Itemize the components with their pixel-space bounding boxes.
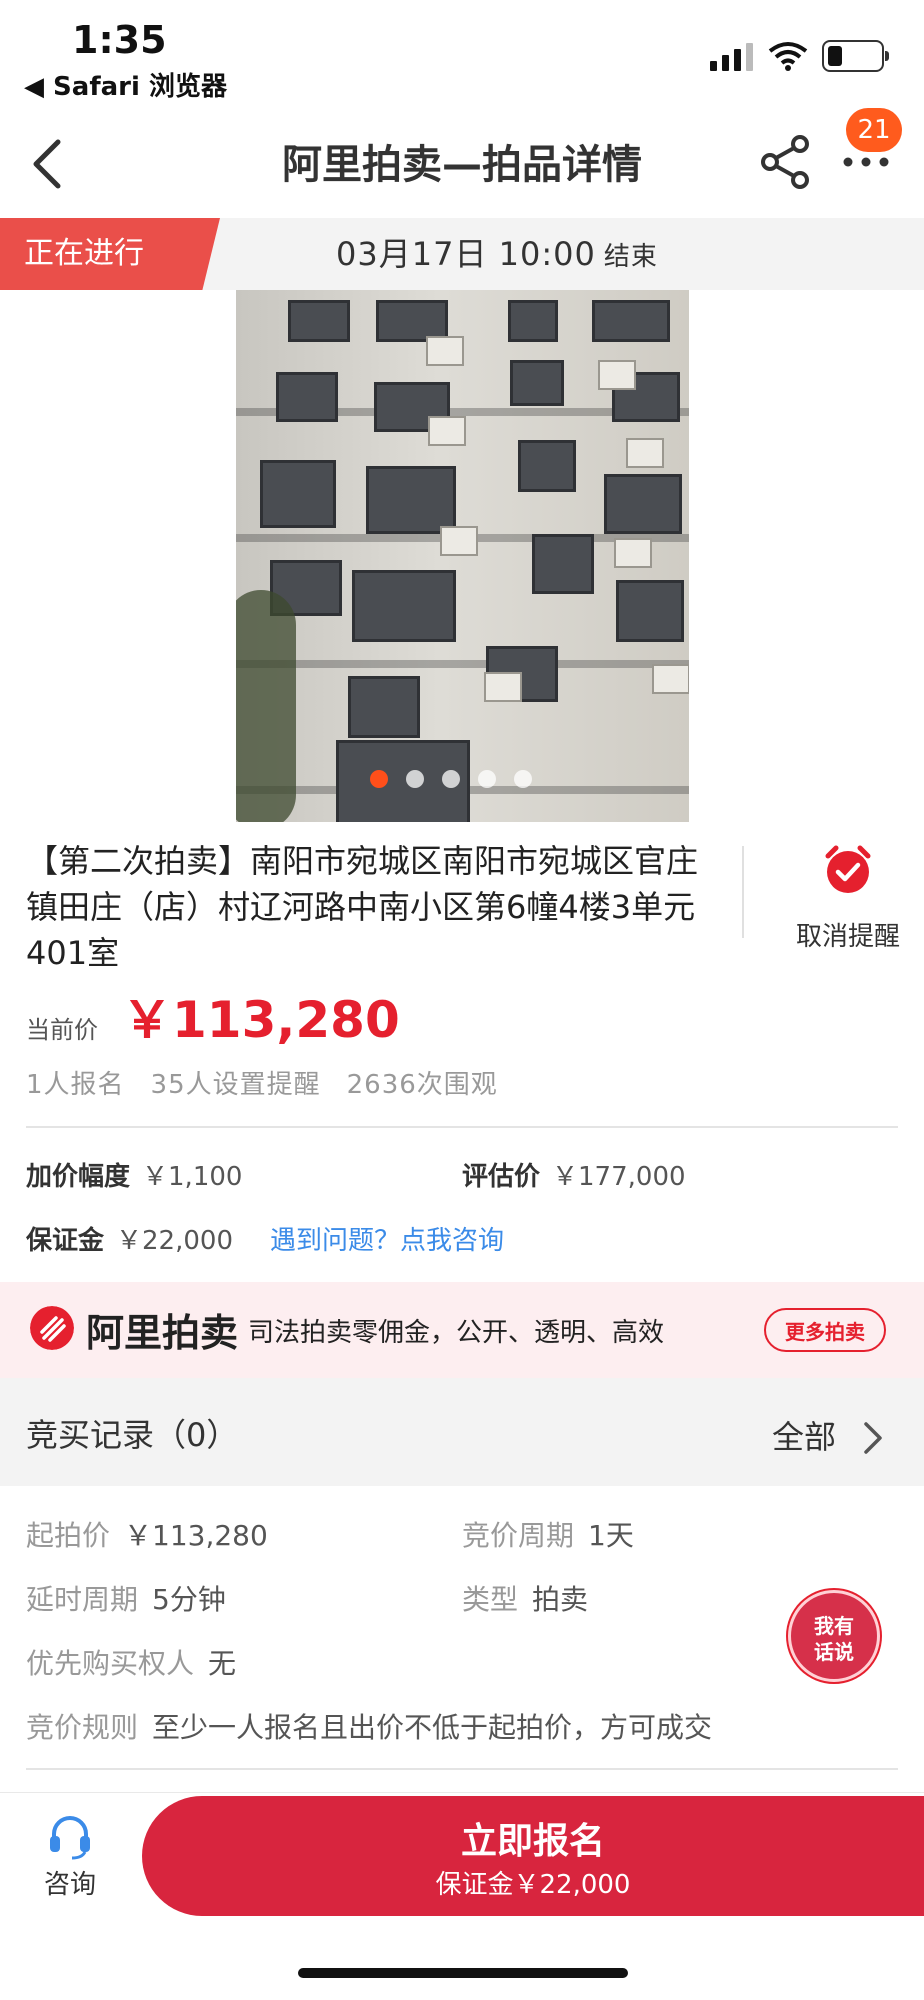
item-photo[interactable] — [236, 290, 689, 822]
end-time-suffix: 结束 — [603, 242, 658, 272]
consult-button[interactable]: 咨询 — [44, 1864, 96, 1901]
feedback-line-1: 我有 — [814, 1614, 854, 1638]
chevron-right-icon[interactable] — [862, 1420, 884, 1456]
start-price-row: 起拍价 ￥113,280 — [26, 1514, 268, 1554]
alarm-clock-icon[interactable] — [822, 844, 874, 896]
divider — [742, 846, 744, 938]
rule-value: 至少一人报名且出价不低于起拍价，方可成交 — [152, 1711, 713, 1744]
priority-label: 优先购买权人 — [26, 1647, 195, 1680]
divider — [26, 1768, 898, 1770]
feedback-float-button[interactable]: 我有 话说 — [788, 1590, 880, 1682]
status-ribbon: 正在进行 — [0, 218, 220, 290]
ali-auction-logo-icon — [30, 1306, 74, 1350]
consult-link[interactable]: 遇到问题？点我咨询 — [270, 1220, 504, 1257]
headset-icon[interactable] — [46, 1812, 94, 1860]
appraisal-label: 评估价 — [462, 1162, 541, 1192]
start-price-value: ￥113,280 — [124, 1519, 268, 1552]
divider — [26, 1126, 898, 1128]
feedback-line-2: 话说 — [814, 1640, 854, 1664]
more-auctions-button[interactable]: 更多拍卖 — [764, 1308, 886, 1352]
more-icon[interactable] — [838, 150, 894, 174]
gallery-dot[interactable] — [406, 770, 424, 788]
current-price: ￥113,280 — [122, 991, 400, 1049]
gallery-dot-active[interactable] — [370, 770, 388, 788]
register-now-label: 立即报名 — [460, 1821, 605, 1862]
cycle-label: 竞价周期 — [462, 1519, 575, 1552]
wifi-icon — [768, 42, 808, 71]
signup-count: 1人报名 — [26, 1070, 125, 1100]
current-price-label: 当前价 — [26, 1016, 98, 1044]
increment-label: 加价幅度 — [26, 1162, 131, 1192]
rule-label: 竞价规则 — [26, 1711, 139, 1744]
deposit-label: 保证金 — [26, 1226, 105, 1256]
rule-row: 竞价规则 至少一人报名且出价不低于起拍价，方可成交 — [26, 1706, 712, 1746]
cycle-value: 1天 — [588, 1519, 634, 1552]
gallery-indicator — [370, 770, 532, 788]
priority-row: 优先购买权人无 — [26, 1642, 236, 1682]
appraisal-value: ￥177,000 — [552, 1162, 686, 1192]
promo-slogan: 司法拍卖零佣金，公开、透明、高效 — [248, 1318, 665, 1348]
delay-row: 延时周期 5分钟 — [26, 1578, 226, 1618]
gallery-dot[interactable] — [514, 770, 532, 788]
home-indicator[interactable] — [298, 1968, 628, 1978]
battery-icon — [822, 40, 889, 72]
register-deposit-label: 保证金￥22,000 — [435, 1870, 631, 1900]
register-now-button[interactable]: 立即报名 保证金￥22,000 — [142, 1796, 924, 1916]
status-icons — [710, 36, 889, 76]
delay-label: 延时周期 — [26, 1583, 139, 1616]
type-label: 类型 — [462, 1583, 519, 1616]
deposit-row: 保证金 ￥22,000 — [26, 1220, 233, 1257]
deposit-value: ￥22,000 — [116, 1226, 233, 1256]
gallery-dot[interactable] — [478, 770, 496, 788]
type-row: 类型 拍卖 — [462, 1578, 588, 1618]
delay-value: 5分钟 — [152, 1583, 226, 1616]
notification-badge: 21 — [846, 108, 902, 152]
cancel-reminder-button[interactable]: 取消提醒 — [786, 916, 910, 953]
increment-row: 加价幅度 ￥1,100 — [26, 1156, 242, 1193]
back-to-safari-link[interactable]: ◀ Safari 浏览器 — [24, 66, 227, 103]
share-icon[interactable] — [758, 134, 814, 190]
bid-records-title: 竞买记录（0） — [26, 1416, 239, 1454]
cellular-signal-icon — [710, 43, 753, 71]
reminder-count: 35人设置提醒 — [150, 1070, 321, 1100]
item-title: 【第二次拍卖】南阳市宛城区南阳市宛城区官庄镇田庄（店）村辽河路中南小区第6幢4楼… — [26, 842, 699, 972]
type-value: 拍卖 — [532, 1583, 589, 1616]
priority-value: 无 — [208, 1647, 237, 1680]
appraisal-row: 评估价 ￥177,000 — [462, 1156, 686, 1193]
start-price-label: 起拍价 — [26, 1519, 111, 1552]
cycle-row: 竞价周期 1天 — [462, 1514, 634, 1554]
end-time: 03月17日 10:00 结束 — [336, 218, 658, 290]
view-count: 2636次围观 — [346, 1070, 498, 1100]
status-time: 1:35 — [72, 18, 167, 62]
view-all-link[interactable]: 全部 — [772, 1412, 836, 1458]
end-time-value: 03月17日 10:00 — [336, 235, 596, 273]
increment-value: ￥1,100 — [142, 1162, 243, 1192]
gallery-dot[interactable] — [442, 770, 460, 788]
auction-stats: 1人报名 35人设置提醒 2636次围观 — [26, 1064, 524, 1101]
brand-name: 阿里拍卖 — [86, 1311, 239, 1355]
